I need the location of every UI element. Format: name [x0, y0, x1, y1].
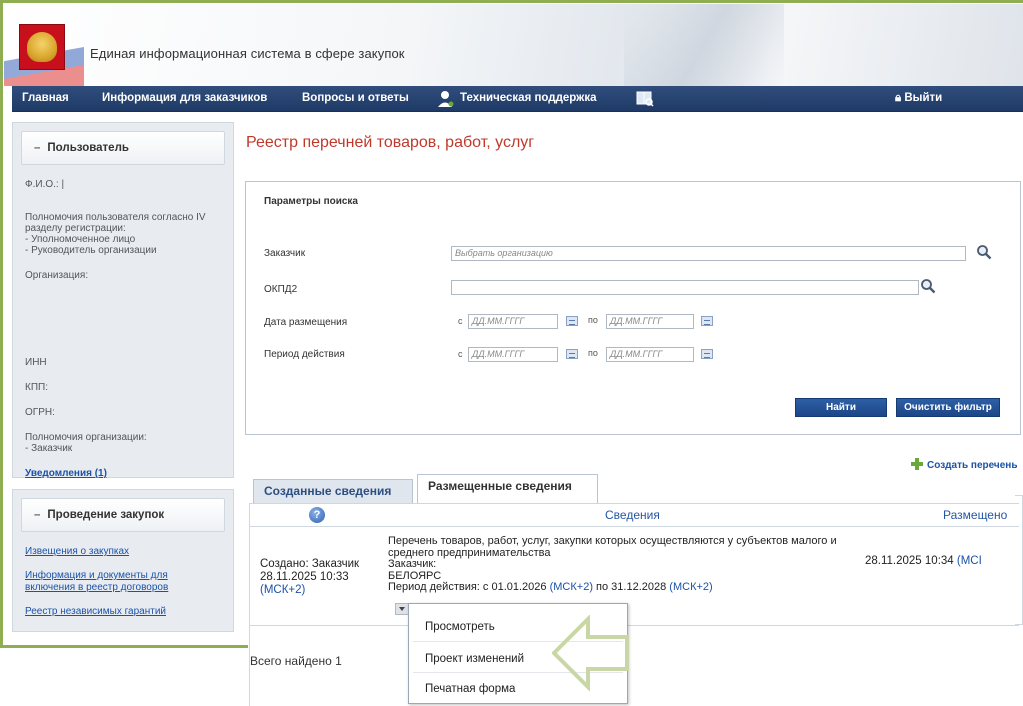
support-user-icon[interactable]	[438, 90, 454, 108]
column-info: Сведения	[605, 508, 660, 522]
user-panel: – Пользователь Ф.И.О.: | Полномочия поль…	[12, 122, 234, 479]
customer-input[interactable]: Выбрать организацию	[451, 246, 966, 261]
kpp-label: КПП:	[25, 382, 48, 393]
created-date: 28.11.2025 10:33	[260, 571, 349, 583]
placement-date-label: Дата размещения	[264, 317, 348, 328]
search-parameters-panel: Параметры поиска Заказчик Выбрать органи…	[245, 181, 1021, 435]
created-timezone: (МСК+2)	[260, 584, 306, 596]
calendar-icon[interactable]	[701, 316, 713, 326]
table-row: Создано: Заказчик 28.11.2025 10:33 (МСК+…	[250, 528, 1019, 626]
placement-date-to[interactable]: ДД.ММ.ГГГГ	[606, 314, 694, 329]
create-list-link[interactable]: Создать перечень	[911, 458, 1017, 471]
period-start: Период действия: с 01.01.2026	[388, 581, 547, 593]
placement-date-from[interactable]: ДД.ММ.ГГГГ	[468, 314, 558, 329]
fio-label: Ф.И.О.: |	[25, 179, 65, 190]
annotation-arrow-icon	[552, 615, 629, 691]
collapse-icon: –	[34, 509, 41, 521]
created-by: Создано: Заказчик	[260, 558, 360, 570]
user-rights-line: - Руководитель организации	[25, 245, 157, 256]
validity-date-to[interactable]: ДД.ММ.ГГГГ	[606, 347, 694, 362]
date-to-prefix: по	[588, 315, 598, 325]
results-table: ? Сведения Размещено Создано: Заказчик 2…	[249, 503, 1019, 706]
date-from-prefix: с	[458, 349, 463, 359]
created-cell: Создано: Заказчик 28.11.2025 10:33 (МСК+…	[260, 558, 359, 597]
period-end-tz: (МСК+2)	[669, 581, 713, 593]
placed-cell: 28.11.2025 10:34 (МСІ	[865, 555, 982, 567]
okpd-label: ОКПД2	[264, 284, 298, 295]
site-header: Единая информационная система в сфере за…	[4, 4, 1023, 86]
column-placed: Размещено	[943, 508, 1008, 522]
help-icon[interactable]: ?	[309, 507, 325, 523]
user-rights-line: - Уполномоченное лицо	[25, 234, 136, 245]
period-end: по 31.12.2028	[596, 581, 667, 593]
placed-date: 28.11.2025 10:34	[865, 555, 954, 567]
user-rights-line: Полномочия пользователя согласно IV	[25, 212, 206, 223]
customer-label: Заказчик	[264, 248, 306, 259]
lock-icon: 🔒︎	[895, 92, 902, 104]
left-sidebar: – Пользователь Ф.И.О.: | Полномочия поль…	[12, 122, 234, 632]
menu-item-view[interactable]: Просмотреть	[425, 621, 495, 633]
calendar-icon[interactable]	[701, 349, 713, 359]
purchases-panel-body: Извещения о закупках Информация и докуме…	[13, 540, 233, 632]
contract-docs-link[interactable]: Информация и документы для	[25, 570, 221, 582]
validity-period: Период действия: с 01.01.2026 (МСК+2) по…	[388, 581, 888, 594]
info-cell: Перечень товаров, работ, услуг, закупки …	[388, 535, 888, 594]
date-from-prefix: с	[458, 316, 463, 326]
notices-link[interactable]: Извещения о закупках	[25, 546, 221, 558]
coat-of-arms-icon[interactable]	[19, 24, 65, 70]
okpd-input[interactable]	[451, 280, 919, 295]
menu-item-draft-changes[interactable]: Проект изменений	[425, 653, 524, 665]
org-rights-line: Полномочия организации:	[25, 432, 147, 443]
collapse-icon: –	[34, 142, 41, 154]
total-found: Всего найдено 1	[250, 654, 342, 668]
user-panel-body: Ф.И.О.: | Полномочия пользователя соглас…	[13, 173, 233, 493]
organization-label: Организация:	[25, 270, 89, 281]
nav-customers-info[interactable]: Информация для заказчиков	[102, 86, 267, 112]
create-list-label: Создать перечень	[927, 460, 1018, 471]
validity-period-label: Период действия	[264, 349, 345, 360]
purchases-panel-header[interactable]: – Проведение закупок	[21, 498, 225, 532]
guarantees-registry-link[interactable]: Реестр независимых гарантий	[25, 606, 221, 618]
manual-book-icon[interactable]	[636, 90, 654, 107]
clear-filter-button[interactable]: Очистить фильтр	[896, 398, 1000, 417]
logout-label: Выйти	[904, 92, 943, 104]
search-section-title: Параметры поиска	[264, 196, 358, 207]
info-line: Заказчик:	[388, 558, 437, 570]
nav-faq[interactable]: Вопросы и ответы	[302, 86, 409, 112]
header-decoration	[624, 4, 784, 86]
find-button[interactable]: Найти	[795, 398, 887, 417]
purchases-panel-title: Проведение закупок	[47, 509, 165, 521]
contract-docs-link-line2[interactable]: включения в реестр договоров	[25, 582, 221, 594]
info-line: Перечень товаров, работ, услуг, закупки …	[388, 535, 837, 547]
calendar-icon[interactable]	[566, 349, 578, 359]
info-line: среднего предпринимательства	[388, 546, 551, 559]
plus-icon	[911, 458, 923, 470]
purchases-panel: – Проведение закупок Извещения о закупка…	[12, 489, 234, 632]
customer-search-icon[interactable]	[976, 244, 992, 260]
ogrn-label: ОГРН:	[25, 407, 55, 418]
menu-item-print-form[interactable]: Печатная форма	[425, 683, 515, 695]
logout-button[interactable]: 🔒︎ Выйти	[895, 86, 942, 112]
user-rights-line: разделу регистрации:	[25, 223, 126, 234]
validity-date-from[interactable]: ДД.ММ.ГГГГ	[468, 347, 558, 362]
main-navigation: Главная Информация для заказчиков Вопрос…	[12, 86, 1023, 112]
tab-created[interactable]: Созданные сведения (0)	[253, 479, 413, 520]
org-rights-line: - Заказчик	[25, 443, 73, 454]
nav-home[interactable]: Главная	[22, 86, 69, 112]
period-start-tz: (МСК+2)	[549, 581, 593, 593]
page-title: Реестр перечней товаров, работ, услуг	[246, 134, 535, 151]
placed-timezone: (МСІ	[956, 555, 982, 567]
user-panel-title: Пользователь	[47, 142, 129, 154]
inn-label: ИНН	[25, 357, 47, 368]
tab-placed[interactable]: Размещенные сведения (1)	[417, 474, 598, 515]
row-actions-dropdown-icon[interactable]	[395, 603, 409, 615]
table-border-decoration	[1015, 495, 1023, 625]
okpd-search-icon[interactable]	[920, 278, 936, 294]
site-title[interactable]: Единая информационная система в сфере за…	[90, 46, 405, 61]
date-to-prefix: по	[588, 348, 598, 358]
calendar-icon[interactable]	[566, 316, 578, 326]
nav-support[interactable]: Техническая поддержка	[460, 86, 596, 112]
user-panel-header[interactable]: – Пользователь	[21, 131, 225, 165]
table-header: ? Сведения Размещено	[250, 503, 1019, 527]
